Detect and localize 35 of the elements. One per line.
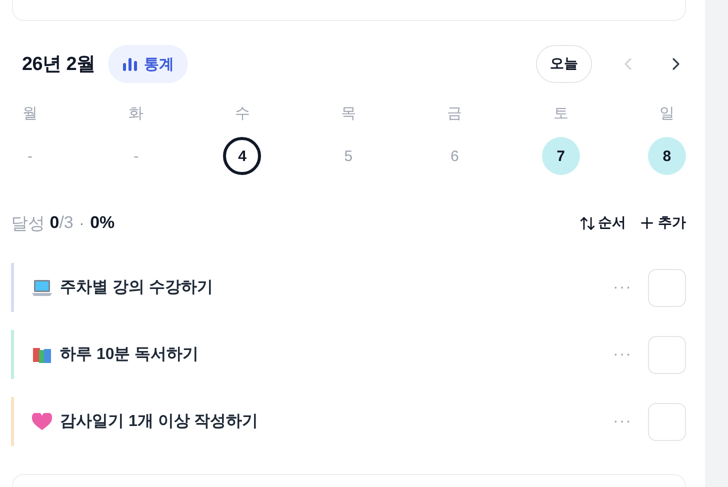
plus-icon (638, 214, 656, 232)
habit-checkbox[interactable] (648, 268, 686, 306)
books-icon (32, 346, 52, 364)
date-cell[interactable]: 8 (648, 137, 686, 175)
month-title: 26년 2월 (22, 53, 96, 77)
stats-button[interactable]: 통계 (108, 45, 188, 83)
sort-icon (579, 214, 596, 232)
habit-title: 하루 10분 독서하기 (60, 345, 200, 365)
weekday-label: 목 (340, 104, 356, 124)
done-count: 0 (50, 213, 60, 233)
bar-chart-icon (122, 56, 138, 72)
date-cell[interactable]: 4 (223, 137, 262, 175)
weekday-label: 화 (128, 104, 144, 124)
achievement-label: 달성 (11, 212, 45, 234)
habit-item[interactable]: 주차별 강의 수강하기 ··· (11, 263, 686, 312)
laptop-icon (32, 278, 52, 296)
today-button[interactable]: 오늘 (536, 45, 592, 83)
habit-item[interactable]: 하루 10분 독서하기 ··· (11, 330, 686, 379)
habit-checkbox[interactable] (648, 402, 686, 440)
date-cell[interactable]: 7 (542, 137, 580, 175)
add-button[interactable]: 추가 (638, 214, 686, 232)
total-count: /3 (59, 213, 74, 233)
weekday-label: 토 (553, 104, 568, 124)
percent: 0% (90, 213, 115, 233)
sort-button[interactable]: 순서 (579, 214, 626, 232)
habit-checkbox[interactable] (648, 336, 686, 374)
weekday-label: 월 (22, 104, 38, 124)
weekday-label: 금 (447, 104, 462, 124)
habit-title: 주차별 강의 수강하기 (60, 278, 214, 298)
habit-item[interactable]: 감사일기 1개 이상 작성하기 ··· (11, 397, 686, 446)
heart-icon (32, 412, 52, 430)
separator: · (79, 215, 84, 231)
weekday-label: 수 (234, 104, 250, 124)
habit-title: 감사일기 1개 이상 작성하기 (60, 412, 260, 432)
weekday-label: 일 (659, 104, 674, 124)
